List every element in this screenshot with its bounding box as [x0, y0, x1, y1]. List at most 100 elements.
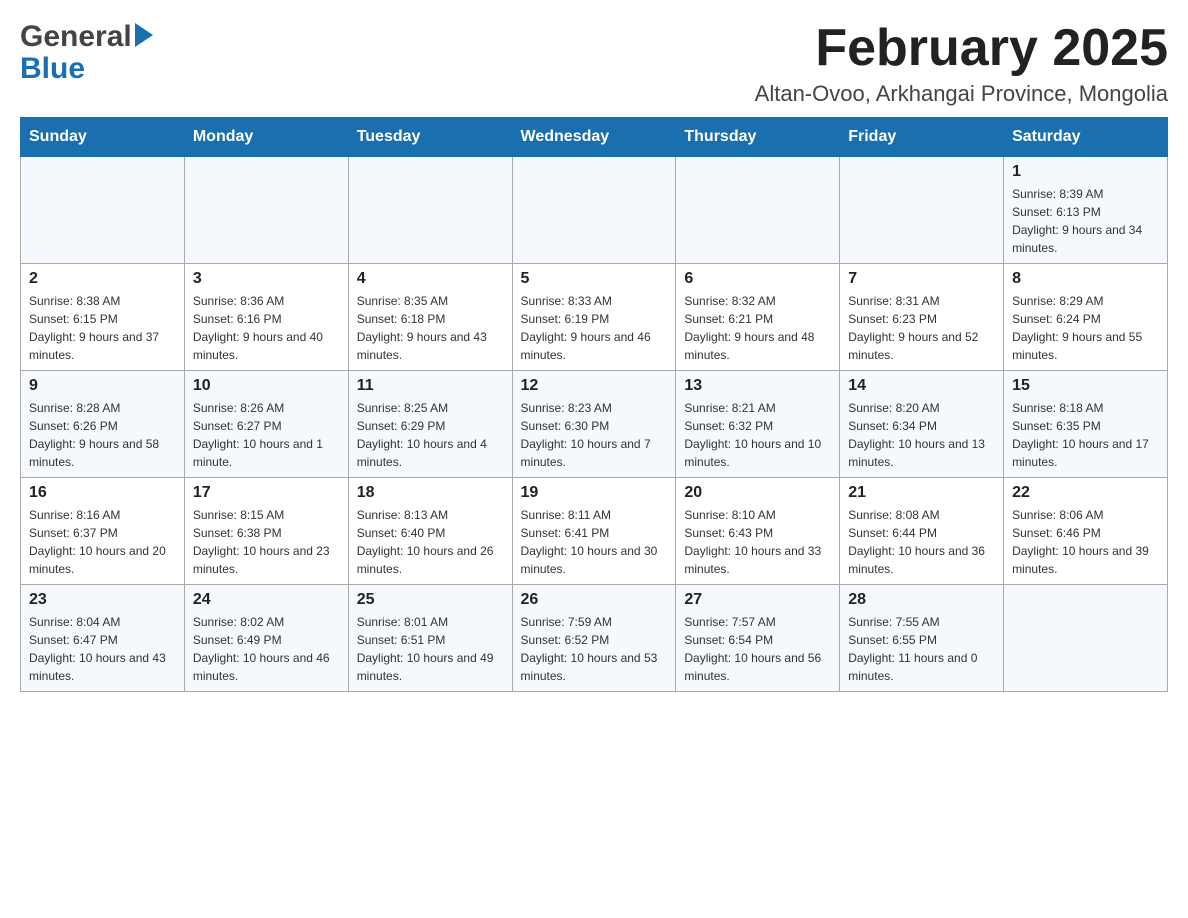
calendar-cell: 3 Sunrise: 8:36 AMSunset: 6:16 PMDaylight…: [184, 264, 348, 371]
day-sun-info: Sunrise: 8:10 AMSunset: 6:43 PMDaylight:…: [684, 506, 831, 578]
day-sun-info: Sunrise: 8:38 AMSunset: 6:15 PMDaylight:…: [29, 292, 176, 364]
day-number: 5: [521, 270, 668, 288]
weekday-header-friday: Friday: [840, 118, 1004, 157]
day-sun-info: Sunrise: 7:57 AMSunset: 6:54 PMDaylight:…: [684, 613, 831, 685]
title-area: February 2025 Altan-Ovoo, Arkhangai Prov…: [755, 20, 1168, 107]
weekday-header-saturday: Saturday: [1004, 118, 1168, 157]
day-sun-info: Sunrise: 8:20 AMSunset: 6:34 PMDaylight:…: [848, 399, 995, 471]
calendar-cell: 16 Sunrise: 8:16 AMSunset: 6:37 PMDayligh…: [21, 478, 185, 585]
calendar-cell: [21, 157, 185, 264]
day-number: 6: [684, 270, 831, 288]
day-number: 13: [684, 377, 831, 395]
day-sun-info: Sunrise: 8:06 AMSunset: 6:46 PMDaylight:…: [1012, 506, 1159, 578]
weekday-header-wednesday: Wednesday: [512, 118, 676, 157]
calendar-cell: [512, 157, 676, 264]
calendar-cell: 15 Sunrise: 8:18 AMSunset: 6:35 PMDayligh…: [1004, 371, 1168, 478]
day-sun-info: Sunrise: 8:23 AMSunset: 6:30 PMDaylight:…: [521, 399, 668, 471]
calendar-cell: 28Sunrise: 7:55 AMSunset: 6:55 PMDayligh…: [840, 585, 1004, 692]
day-sun-info: Sunrise: 8:02 AMSunset: 6:49 PMDaylight:…: [193, 613, 340, 685]
logo-blue-text: Blue: [20, 52, 153, 86]
day-number: 7: [848, 270, 995, 288]
calendar-cell: 20 Sunrise: 8:10 AMSunset: 6:43 PMDayligh…: [676, 478, 840, 585]
logo-arrow-icon: [135, 23, 153, 47]
calendar-cell: 18 Sunrise: 8:13 AMSunset: 6:40 PMDayligh…: [348, 478, 512, 585]
calendar-week-row: 2 Sunrise: 8:38 AMSunset: 6:15 PMDaylight…: [21, 264, 1168, 371]
day-number: 25: [357, 591, 504, 609]
calendar-cell: 21Sunrise: 8:08 AMSunset: 6:44 PMDayligh…: [840, 478, 1004, 585]
day-number: 10: [193, 377, 340, 395]
weekday-header-row: SundayMondayTuesdayWednesdayThursdayFrid…: [21, 118, 1168, 157]
day-number: 28: [848, 591, 995, 609]
day-number: 14: [848, 377, 995, 395]
location-title: Altan-Ovoo, Arkhangai Province, Mongolia: [755, 81, 1168, 107]
calendar-cell: 4 Sunrise: 8:35 AMSunset: 6:18 PMDaylight…: [348, 264, 512, 371]
weekday-header-tuesday: Tuesday: [348, 118, 512, 157]
calendar-cell: 22Sunrise: 8:06 AMSunset: 6:46 PMDayligh…: [1004, 478, 1168, 585]
calendar-cell: 19 Sunrise: 8:11 AMSunset: 6:41 PMDayligh…: [512, 478, 676, 585]
calendar-cell: 5 Sunrise: 8:33 AMSunset: 6:19 PMDaylight…: [512, 264, 676, 371]
calendar-cell: 6 Sunrise: 8:32 AMSunset: 6:21 PMDaylight…: [676, 264, 840, 371]
calendar-cell: [840, 157, 1004, 264]
day-sun-info: Sunrise: 8:21 AMSunset: 6:32 PMDaylight:…: [684, 399, 831, 471]
day-number: 2: [29, 270, 176, 288]
day-sun-info: Sunrise: 8:13 AMSunset: 6:40 PMDaylight:…: [357, 506, 504, 578]
day-sun-info: Sunrise: 8:26 AMSunset: 6:27 PMDaylight:…: [193, 399, 340, 471]
logo: General Blue: [20, 20, 153, 86]
calendar-cell: 24 Sunrise: 8:02 AMSunset: 6:49 PMDayligh…: [184, 585, 348, 692]
page-header: General Blue February 2025 Altan-Ovoo, A…: [20, 20, 1168, 107]
day-sun-info: Sunrise: 8:35 AMSunset: 6:18 PMDaylight:…: [357, 292, 504, 364]
calendar-cell: [676, 157, 840, 264]
day-number: 3: [193, 270, 340, 288]
month-title: February 2025: [755, 20, 1168, 77]
day-sun-info: Sunrise: 8:36 AMSunset: 6:16 PMDaylight:…: [193, 292, 340, 364]
calendar-cell: 14 Sunrise: 8:20 AMSunset: 6:34 PMDayligh…: [840, 371, 1004, 478]
calendar-cell: 11 Sunrise: 8:25 AMSunset: 6:29 PMDayligh…: [348, 371, 512, 478]
calendar-week-row: 23Sunrise: 8:04 AMSunset: 6:47 PMDayligh…: [21, 585, 1168, 692]
weekday-header-monday: Monday: [184, 118, 348, 157]
day-sun-info: Sunrise: 8:01 AMSunset: 6:51 PMDaylight:…: [357, 613, 504, 685]
day-sun-info: Sunrise: 8:16 AMSunset: 6:37 PMDaylight:…: [29, 506, 176, 578]
day-sun-info: Sunrise: 8:15 AMSunset: 6:38 PMDaylight:…: [193, 506, 340, 578]
day-number: 15: [1012, 377, 1159, 395]
calendar-cell: [348, 157, 512, 264]
day-number: 16: [29, 484, 176, 502]
day-number: 19: [521, 484, 668, 502]
day-number: 20: [684, 484, 831, 502]
calendar-week-row: 9 Sunrise: 8:28 AMSunset: 6:26 PMDaylight…: [21, 371, 1168, 478]
day-sun-info: Sunrise: 8:31 AMSunset: 6:23 PMDaylight:…: [848, 292, 995, 364]
day-number: 11: [357, 377, 504, 395]
calendar-cell: 25 Sunrise: 8:01 AMSunset: 6:51 PMDayligh…: [348, 585, 512, 692]
calendar-cell: [1004, 585, 1168, 692]
day-sun-info: Sunrise: 8:25 AMSunset: 6:29 PMDaylight:…: [357, 399, 504, 471]
day-number: 18: [357, 484, 504, 502]
day-sun-info: Sunrise: 8:29 AMSunset: 6:24 PMDaylight:…: [1012, 292, 1159, 364]
day-number: 27: [684, 591, 831, 609]
day-sun-info: Sunrise: 8:39 AMSunset: 6:13 PMDaylight:…: [1012, 185, 1159, 257]
calendar-cell: 23Sunrise: 8:04 AMSunset: 6:47 PMDayligh…: [21, 585, 185, 692]
calendar-cell: 10 Sunrise: 8:26 AMSunset: 6:27 PMDayligh…: [184, 371, 348, 478]
day-number: 24: [193, 591, 340, 609]
day-sun-info: Sunrise: 8:11 AMSunset: 6:41 PMDaylight:…: [521, 506, 668, 578]
calendar-cell: 8 Sunrise: 8:29 AMSunset: 6:24 PMDaylight…: [1004, 264, 1168, 371]
calendar-cell: 7 Sunrise: 8:31 AMSunset: 6:23 PMDaylight…: [840, 264, 1004, 371]
day-sun-info: Sunrise: 8:28 AMSunset: 6:26 PMDaylight:…: [29, 399, 176, 471]
calendar-cell: 17Sunrise: 8:15 AMSunset: 6:38 PMDayligh…: [184, 478, 348, 585]
calendar-cell: 13 Sunrise: 8:21 AMSunset: 6:32 PMDayligh…: [676, 371, 840, 478]
calendar-cell: 12Sunrise: 8:23 AMSunset: 6:30 PMDayligh…: [512, 371, 676, 478]
day-sun-info: Sunrise: 8:18 AMSunset: 6:35 PMDaylight:…: [1012, 399, 1159, 471]
day-number: 8: [1012, 270, 1159, 288]
day-number: 9: [29, 377, 176, 395]
day-number: 4: [357, 270, 504, 288]
calendar-week-row: 16 Sunrise: 8:16 AMSunset: 6:37 PMDayligh…: [21, 478, 1168, 585]
calendar-cell: 2 Sunrise: 8:38 AMSunset: 6:15 PMDaylight…: [21, 264, 185, 371]
day-number: 1: [1012, 163, 1159, 181]
calendar-week-row: 1 Sunrise: 8:39 AMSunset: 6:13 PMDaylight…: [21, 157, 1168, 264]
day-number: 26: [521, 591, 668, 609]
logo-general-text: General: [20, 20, 132, 54]
calendar-cell: 27 Sunrise: 7:57 AMSunset: 6:54 PMDayligh…: [676, 585, 840, 692]
weekday-header-sunday: Sunday: [21, 118, 185, 157]
weekday-header-thursday: Thursday: [676, 118, 840, 157]
day-sun-info: Sunrise: 8:32 AMSunset: 6:21 PMDaylight:…: [684, 292, 831, 364]
day-sun-info: Sunrise: 8:33 AMSunset: 6:19 PMDaylight:…: [521, 292, 668, 364]
calendar-table: SundayMondayTuesdayWednesdayThursdayFrid…: [20, 117, 1168, 692]
